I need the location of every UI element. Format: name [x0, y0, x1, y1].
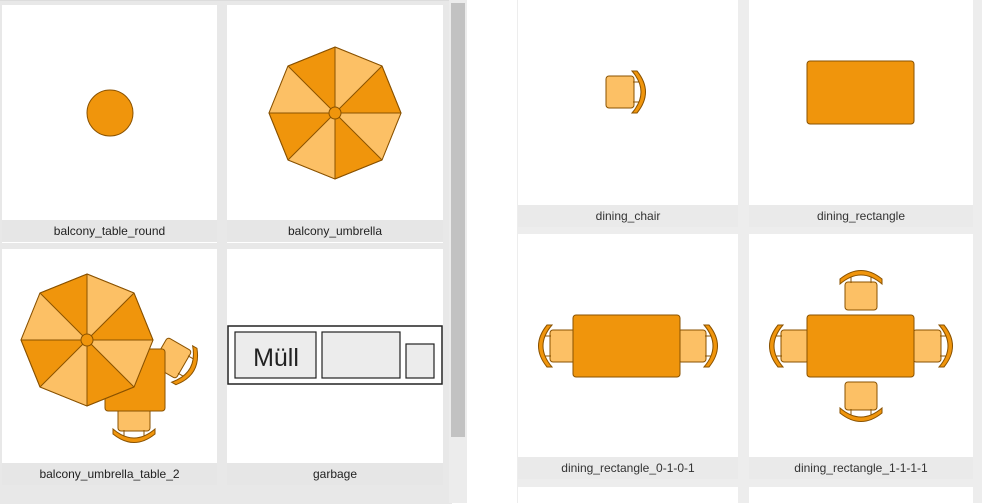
table-four-chairs-icon [769, 270, 953, 422]
garbage-icon: Müll [227, 325, 443, 385]
umbrella-icon [268, 46, 402, 180]
umbrella-table-icon [20, 273, 205, 443]
left-panel-scrollbar-thumb[interactable] [451, 3, 465, 437]
catalog-item-label: balcony_umbrella [227, 220, 443, 242]
catalog-item-label: balcony_umbrella_table_2 [2, 463, 217, 485]
catalog-item-dining-rectangle-1-1-1-1[interactable]: dining_rectangle_1-1-1-1 [749, 234, 973, 479]
catalog-item-balcony-umbrella[interactable]: balcony_umbrella [227, 5, 443, 243]
catalog-item-dining-rectangle[interactable]: dining_rectangle [749, 0, 973, 227]
catalog-item-label: balcony_table_round [2, 220, 217, 242]
rectangle-table-icon [806, 60, 915, 125]
table-two-chairs-icon [538, 314, 718, 378]
catalog-item-dining-chair[interactable]: dining_chair [518, 0, 738, 227]
catalog-item-label: dining_rectangle [749, 205, 973, 227]
catalog-item-dining-rectangle-0-1-0-1[interactable]: dining_rectangle_0-1-0-1 [518, 234, 738, 479]
catalog-item-label: dining_chair [518, 205, 738, 227]
catalog-item-balcony-table-round[interactable]: balcony_table_round [2, 5, 217, 243]
catalog-item-partial[interactable] [749, 487, 973, 503]
garbage-label-text: Müll [253, 344, 299, 372]
round-table-icon [86, 89, 134, 137]
catalog-item-label: dining_rectangle_0-1-0-1 [518, 457, 738, 479]
catalog-item-garbage[interactable]: Müll garbage [227, 249, 443, 485]
catalog-item-label: garbage [227, 463, 443, 485]
chair-icon [605, 70, 646, 114]
catalog-item-balcony-umbrella-table-2[interactable]: balcony_umbrella_table_2 [2, 249, 217, 485]
catalog-item-partial[interactable] [518, 487, 738, 503]
catalog-item-label: dining_rectangle_1-1-1-1 [749, 457, 973, 479]
